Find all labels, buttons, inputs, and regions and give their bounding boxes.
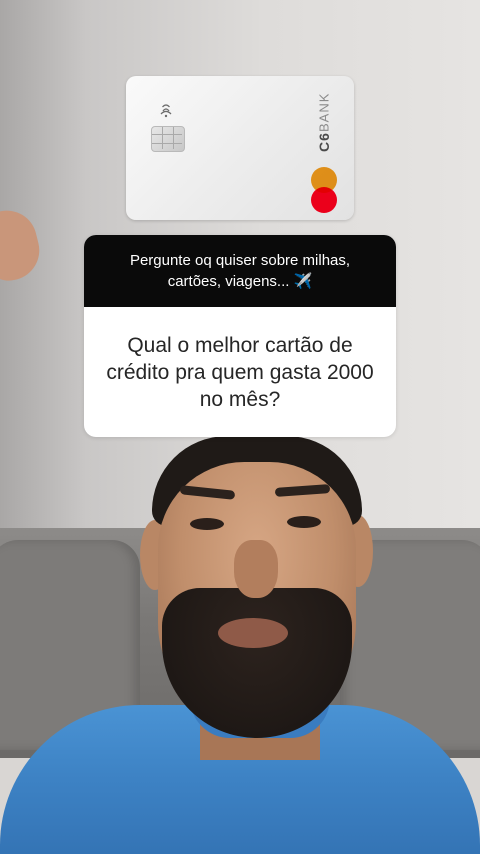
card-brand-light: BANK [316, 92, 332, 132]
person-eye-right [287, 516, 321, 528]
person-nose [234, 540, 278, 598]
card-brand-logo: C6 BANK [304, 90, 344, 154]
contactless-icon [160, 104, 172, 118]
question-sticker-header: Pergunte oq quiser sobre milhas, cartões… [84, 235, 396, 307]
person-mouth [218, 618, 288, 648]
person-eye-left [190, 518, 224, 530]
card-brand-strong: C6 [316, 131, 332, 152]
question-sticker-answer: Qual o melhor cartão de crédito pra quem… [106, 333, 374, 411]
question-sticker-body: Qual o melhor cartão de crédito pra quem… [84, 307, 396, 437]
card-chip-icon [151, 126, 185, 152]
question-sticker-prompt: Pergunte oq quiser sobre milhas, cartões… [129, 252, 351, 290]
mastercard-yellow-circle-icon [311, 167, 337, 193]
question-sticker[interactable]: Pergunte oq quiser sobre milhas, cartões… [84, 235, 396, 437]
